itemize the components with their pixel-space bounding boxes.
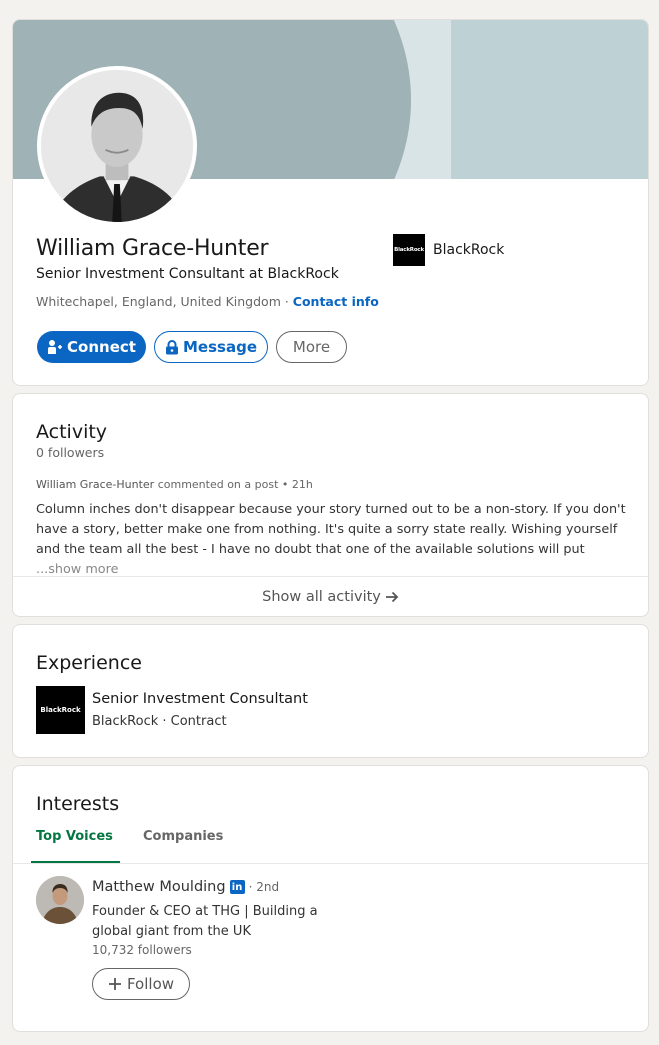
show-more-link[interactable]: ...show more: [36, 562, 119, 577]
experience-card: Experience BlackRock Senior Investment C…: [12, 624, 649, 758]
profile-photo-icon: [41, 70, 193, 222]
contact-info-link[interactable]: Contact info: [293, 294, 379, 309]
connect-button[interactable]: Connect: [37, 331, 146, 363]
separator: ·: [280, 294, 293, 309]
experience-job-title[interactable]: Senior Investment Consultant: [92, 691, 308, 707]
profile-headline: Senior Investment Consultant at BlackRoc…: [36, 266, 339, 282]
follow-label: Follow: [126, 975, 175, 993]
profile-card: William Grace-Hunter Senior Investment C…: [12, 19, 649, 386]
message-button[interactable]: Message: [154, 331, 268, 363]
tab-companies[interactable]: Companies: [143, 829, 223, 863]
top-voice-followers: 10,732 followers: [92, 943, 192, 957]
more-button[interactable]: More: [276, 331, 347, 363]
interests-card: Interests Top Voices Companies Matthew M…: [12, 765, 649, 1032]
profile-name: William Grace-Hunter: [36, 236, 269, 261]
post-meta: William Grace-Hunter commented on a post…: [36, 478, 313, 491]
profile-avatar[interactable]: [37, 66, 197, 226]
top-voice-name-row: Matthew Moulding in · 2nd: [92, 879, 279, 895]
interests-title: Interests: [36, 793, 120, 815]
top-voice-avatar[interactable]: [36, 876, 84, 924]
activity-followers: 0 followers: [36, 445, 105, 460]
activity-title: Activity: [36, 421, 108, 443]
experience-company-subtitle: BlackRock · Contract: [92, 714, 227, 729]
profile-location: Whitechapel, England, United Kingdom: [36, 294, 281, 309]
lock-icon: [166, 339, 178, 354]
message-label: Message: [183, 338, 257, 356]
show-all-activity-button[interactable]: Show all activity: [13, 577, 648, 616]
connect-label: Connect: [67, 338, 136, 356]
follow-button[interactable]: Follow: [92, 968, 190, 1000]
arrow-right-icon: [385, 591, 399, 603]
tabs-divider: [13, 863, 648, 864]
experience-company-logo[interactable]: BlackRock: [36, 686, 85, 734]
post-text[interactable]: Column inches don't disappear because yo…: [36, 500, 628, 580]
post-author[interactable]: William Grace-Hunter: [36, 478, 154, 491]
blackrock-logo: BlackRock: [393, 234, 425, 266]
connection-degree: · 2nd: [248, 880, 280, 894]
add-person-icon: [48, 340, 63, 354]
profile-location-line: Whitechapel, England, United Kingdom · C…: [36, 294, 379, 309]
tab-top-voices[interactable]: Top Voices: [31, 829, 120, 863]
top-voice-name[interactable]: Matthew Moulding: [92, 879, 226, 895]
post-body: Column inches don't disappear because yo…: [36, 502, 626, 557]
show-all-activity-label: Show all activity: [262, 589, 381, 605]
plus-icon: [108, 978, 121, 990]
linkedin-badge-icon: in: [229, 880, 245, 894]
current-company-link[interactable]: BlackRock BlackRock: [393, 234, 504, 266]
experience-title: Experience: [36, 652, 142, 674]
current-company-name: BlackRock: [433, 242, 505, 258]
top-voice-headline: Founder & CEO at THG | Building a global…: [92, 904, 318, 939]
person-photo-icon: [36, 876, 84, 924]
post-action: commented on a post • 21h: [154, 478, 313, 491]
activity-card: Activity 0 followers William Grace-Hunte…: [12, 393, 649, 617]
